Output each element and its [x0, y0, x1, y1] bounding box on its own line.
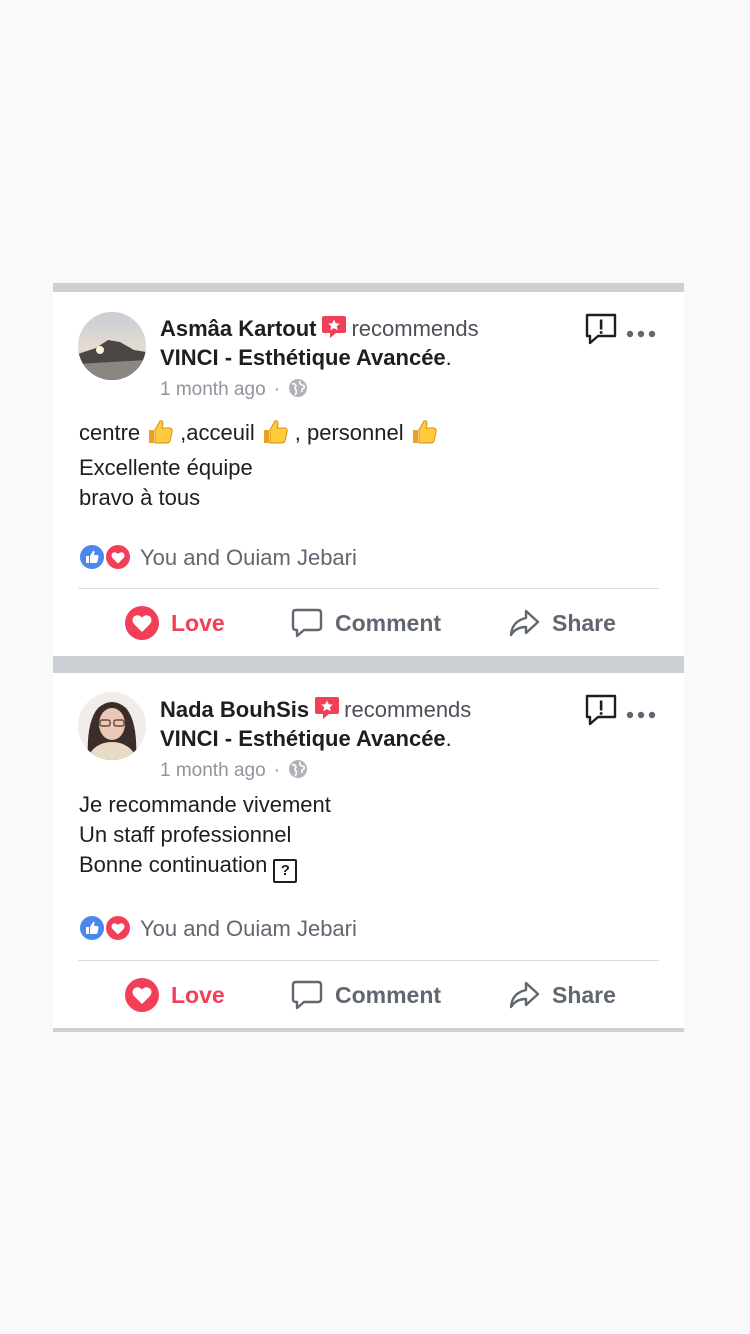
body-word: centre: [79, 420, 141, 445]
reactions-summary[interactable]: You and Ouiam Jebari: [78, 913, 357, 943]
avatar[interactable]: [78, 312, 146, 380]
share-label: Share: [552, 609, 616, 636]
comment-label: Comment: [335, 609, 442, 636]
share-button[interactable]: Share: [508, 603, 616, 643]
love-button[interactable]: Love: [125, 975, 225, 1015]
avatar[interactable]: [78, 692, 146, 760]
share-label: Share: [552, 981, 616, 1008]
author-name[interactable]: Asmâa Kartout: [160, 316, 316, 341]
comment-icon: [291, 980, 323, 1010]
love-button[interactable]: Love: [125, 603, 225, 643]
more-options-icon[interactable]: [626, 706, 656, 724]
post-meta: 1 month ago ·: [160, 758, 308, 784]
comment-label: Comment: [335, 981, 442, 1008]
comment-icon: [291, 608, 323, 638]
body-line: Je recommande vivement: [79, 792, 331, 817]
globe-icon: [288, 760, 308, 781]
body-line: centre ,acceuil , personnel: [79, 417, 444, 453]
meta-separator: ·: [273, 760, 280, 781]
share-button[interactable]: Share: [508, 975, 616, 1015]
feed: Asmâa Kartout recommends VINCI - Esthétiq…: [53, 283, 684, 1032]
body-word: ,acceuil: [180, 420, 255, 445]
post-meta: 1 month ago ·: [160, 377, 308, 403]
love-reaction-icon: [125, 606, 159, 640]
more-options-icon[interactable]: [626, 325, 656, 343]
share-icon: [509, 609, 540, 637]
report-icon[interactable]: [584, 693, 618, 732]
post-card: Nada BouhSis recommends VINCI - Esthétiqu…: [53, 673, 684, 1028]
page-suffix: .: [445, 726, 452, 751]
body-line: Un staff professionnel: [79, 822, 292, 847]
thumbs-up-icon: [410, 417, 438, 453]
post-time[interactable]: 1 month ago: [160, 760, 266, 781]
body-word: , personnel: [294, 420, 404, 445]
globe-icon: [288, 379, 308, 400]
comment-button[interactable]: Comment: [291, 975, 441, 1015]
thumbs-up-icon: [146, 417, 174, 453]
reactions-summary[interactable]: You and Ouiam Jebari: [78, 542, 357, 572]
reactions-text: You and Ouiam Jebari: [140, 545, 357, 570]
page-name-link[interactable]: VINCI - Esthétique Avancée: [160, 726, 446, 751]
author-name[interactable]: Nada BouhSis: [160, 697, 309, 722]
post-body: Je recommande vivement Un staff professi…: [79, 790, 331, 883]
unknown-character-glyph: ?: [273, 859, 298, 883]
report-icon[interactable]: [584, 312, 618, 351]
love-label: Love: [171, 609, 225, 636]
love-reaction-icon: [125, 978, 159, 1012]
action-bar: Love Comment Share: [53, 603, 684, 643]
meta-separator: ·: [273, 379, 280, 400]
action-bar: Love Comment Share: [53, 975, 684, 1015]
recommended-page: VINCI - Esthétique Avancée.: [160, 724, 452, 754]
reactions-text: You and Ouiam Jebari: [140, 916, 357, 941]
comment-button[interactable]: Comment: [291, 603, 441, 643]
body-line: bravo à tous: [79, 485, 201, 510]
recommend-verb: recommends: [351, 316, 479, 341]
recommend-verb: recommends: [344, 697, 472, 722]
post-card: Asmâa Kartout recommends VINCI - Esthétiq…: [53, 292, 684, 656]
post-body: centre ,acceuil , personnel Excellente équ…: [79, 417, 444, 513]
post-time[interactable]: 1 month ago: [160, 379, 266, 400]
divider: [78, 588, 659, 589]
body-word: Bonne continuation: [79, 852, 268, 877]
share-icon: [509, 981, 540, 1009]
thumbs-up-icon: [261, 417, 289, 453]
love-label: Love: [171, 981, 225, 1008]
page-suffix: .: [445, 345, 452, 370]
body-line: Excellente équipe: [79, 455, 253, 480]
body-line: Bonne continuation?: [79, 850, 331, 883]
page-name-link[interactable]: VINCI - Esthétique Avancée: [160, 345, 446, 370]
recommended-page: VINCI - Esthétique Avancée.: [160, 343, 452, 373]
divider: [78, 960, 659, 961]
